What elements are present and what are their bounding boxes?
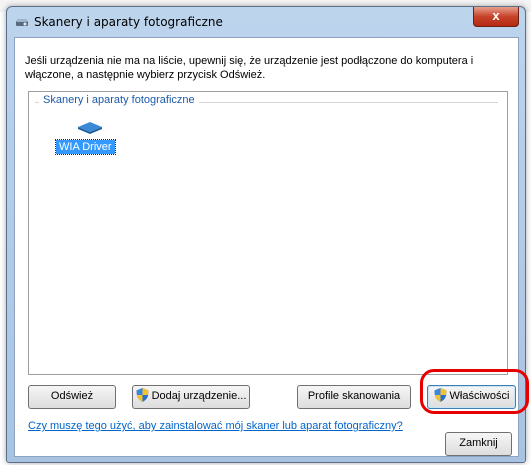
help-link[interactable]: Czy muszę tego użyć, aby zainstalować mó… [28, 420, 403, 432]
refresh-button-label: Odśwież [50, 390, 94, 402]
intro-text: Jeśli urządzenia nie ma na liście, upewn… [25, 55, 474, 81]
scan-profiles-button[interactable]: Profile skanowania [297, 385, 411, 409]
close-button[interactable]: Zamknij [445, 432, 512, 456]
device-item-wia-driver[interactable]: WIA Driver [55, 139, 116, 155]
dialog-client-area: Jeśli urządzenia nie ma na liście, upewn… [14, 37, 529, 457]
group-header: Skanery i aparaty fotograficzne [39, 94, 199, 106]
scanner-camera-icon [16, 19, 28, 26]
uac-shield-icon [136, 388, 149, 402]
scan-profiles-button-label: Profile skanowania [307, 390, 401, 402]
scanner-icon [78, 122, 102, 134]
add-device-button-label: Dodaj urządzenie... [151, 390, 247, 402]
device-list[interactable]: Skanery i aparaty fotograficzne WIA Driv… [28, 91, 508, 375]
title-close-button[interactable]: x [473, 7, 519, 27]
add-device-button[interactable]: Dodaj urządzenie... [132, 385, 250, 409]
refresh-button[interactable]: Odśwież [28, 385, 116, 409]
dialog-window: Skanery i aparaty fotograficzne x Jeśli … [6, 6, 529, 463]
window-title: Skanery i aparaty fotograficzne [34, 15, 223, 29]
highlight-ring [420, 369, 529, 414]
